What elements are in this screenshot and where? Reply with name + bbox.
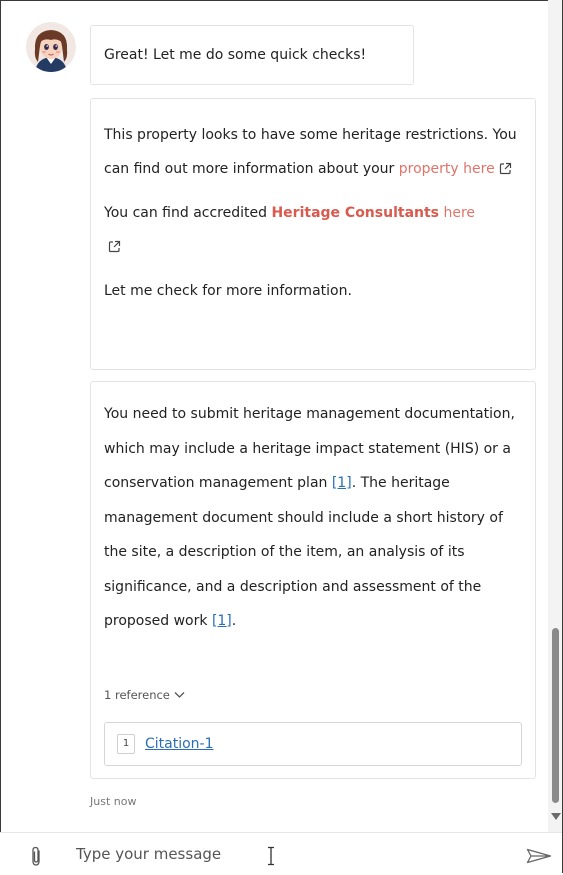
citation-marker-2[interactable]: [1] [212, 613, 232, 629]
consultants-text: You can find accredited [104, 205, 272, 221]
property-link[interactable]: property here [399, 161, 495, 177]
reference-card[interactable]: 1 Citation-1 [104, 722, 522, 766]
message-heritage-restrictions: This property looks to have some heritag… [90, 98, 536, 370]
message-heritage-documentation: You need to submit heritage management d… [90, 381, 536, 779]
heritage-consultants-link[interactable]: Heritage Consultants [271, 205, 439, 221]
message-timestamp: Just now [90, 795, 137, 808]
chat-transcript[interactable]: Great! Let me do some quick checks! This… [0, 0, 548, 832]
external-link-icon[interactable] [108, 232, 121, 266]
answer-part-2: . The heritage management document shoul… [104, 475, 503, 629]
message-composer [0, 832, 562, 875]
chat-scrollbar-thumb[interactable] [552, 628, 559, 803]
answer-text: You need to submit heritage management d… [104, 397, 522, 639]
consultants-paragraph: You can find accredited Heritage Consult… [104, 196, 522, 266]
references-toggle[interactable]: 1 reference [104, 687, 185, 703]
check-more-text: Let me check for more information. [104, 283, 352, 299]
consultants-here-link[interactable]: here [439, 205, 475, 221]
citation-marker-1[interactable]: [1] [332, 475, 352, 491]
reference-number: 1 [117, 734, 135, 754]
text-cursor-icon [266, 846, 276, 870]
message-greeting: Great! Let me do some quick checks! [90, 25, 414, 85]
scroll-down-arrow-icon[interactable] [551, 813, 561, 820]
send-icon[interactable] [526, 848, 552, 868]
external-link-icon[interactable] [499, 154, 512, 188]
greeting-text: Great! Let me do some quick checks! [104, 47, 367, 63]
bot-avatar [26, 22, 76, 72]
answer-part-1: You need to submit heritage management d… [104, 406, 515, 491]
heritage-paragraph: This property looks to have some heritag… [104, 118, 522, 188]
message-input[interactable] [76, 841, 476, 867]
chevron-down-icon [174, 687, 185, 703]
references-toggle-label: 1 reference [104, 688, 170, 702]
answer-part-3: . [231, 613, 237, 629]
paperclip-icon[interactable] [30, 845, 42, 871]
citation-link[interactable]: Citation-1 [145, 727, 214, 762]
